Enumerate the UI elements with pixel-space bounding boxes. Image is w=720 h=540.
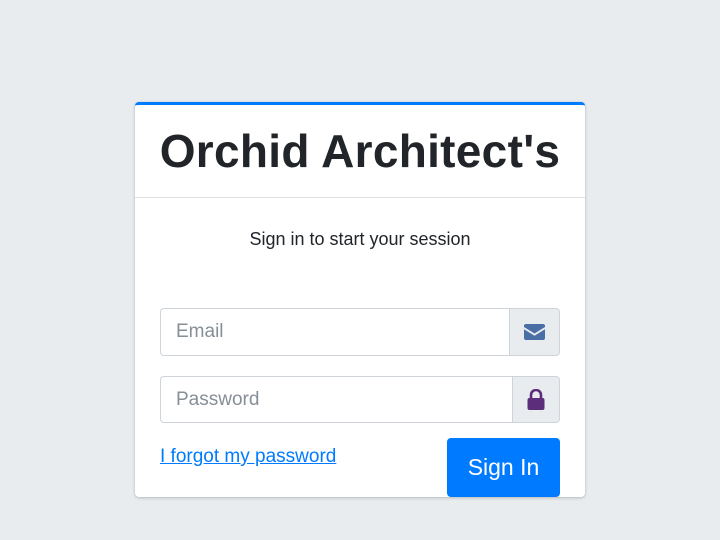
password-addon bbox=[512, 376, 560, 423]
email-addon bbox=[509, 308, 560, 356]
card-body: Sign in to start your session I forgot m… bbox=[135, 228, 585, 497]
login-message: Sign in to start your session bbox=[249, 229, 471, 249]
envelope-icon bbox=[524, 324, 545, 340]
brand-title[interactable]: Orchid Architect's bbox=[160, 124, 561, 178]
lock-icon bbox=[527, 389, 545, 410]
email-input-group bbox=[160, 308, 560, 356]
card-header: Orchid Architect's bbox=[135, 105, 585, 198]
email-field[interactable] bbox=[160, 308, 509, 356]
login-card: Orchid Architect's Sign in to start your… bbox=[135, 102, 585, 497]
password-input-group bbox=[160, 376, 560, 423]
sign-in-button[interactable]: Sign In bbox=[447, 438, 560, 497]
forgot-password-link[interactable]: I forgot my password bbox=[160, 446, 336, 468]
password-field[interactable] bbox=[160, 376, 512, 423]
